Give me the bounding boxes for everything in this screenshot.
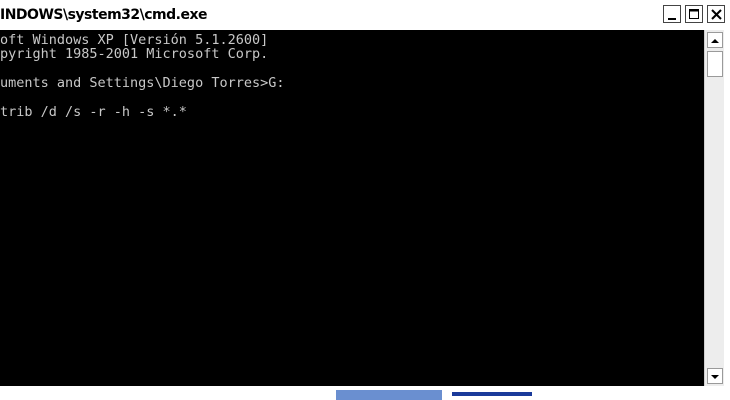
close-button[interactable] — [707, 5, 725, 23]
scroll-up-button[interactable] — [707, 32, 723, 48]
window-title: INDOWS\system32\cmd.exe — [0, 7, 208, 23]
console-line: trib /d /s -r -h -s *.* — [0, 104, 187, 120]
background-window-fragment — [452, 392, 532, 396]
console-line: uments and Settings\Diego Torres>G: — [0, 75, 285, 91]
title-bar[interactable]: INDOWS\system32\cmd.exe — [0, 0, 730, 30]
chevron-up-icon — [711, 39, 719, 43]
close-icon — [711, 9, 722, 20]
maximize-button[interactable] — [685, 5, 703, 23]
console-output[interactable]: oft Windows XP [Versión 5.1.2600] pyrigh… — [0, 30, 704, 386]
chevron-down-icon — [711, 375, 719, 379]
minimize-icon — [668, 18, 676, 20]
scroll-down-button[interactable] — [707, 368, 723, 384]
background-window-fragment — [336, 390, 442, 400]
window-border — [724, 30, 730, 400]
minimize-button[interactable] — [663, 5, 681, 23]
vertical-scrollbar[interactable] — [704, 30, 725, 386]
console-line: pyright 1985-2001 Microsoft Corp. — [0, 46, 269, 62]
maximize-icon — [689, 9, 699, 19]
scrollbar-thumb[interactable] — [707, 51, 723, 77]
cmd-window: INDOWS\system32\cmd.exe oft Windows XP [… — [0, 0, 730, 400]
